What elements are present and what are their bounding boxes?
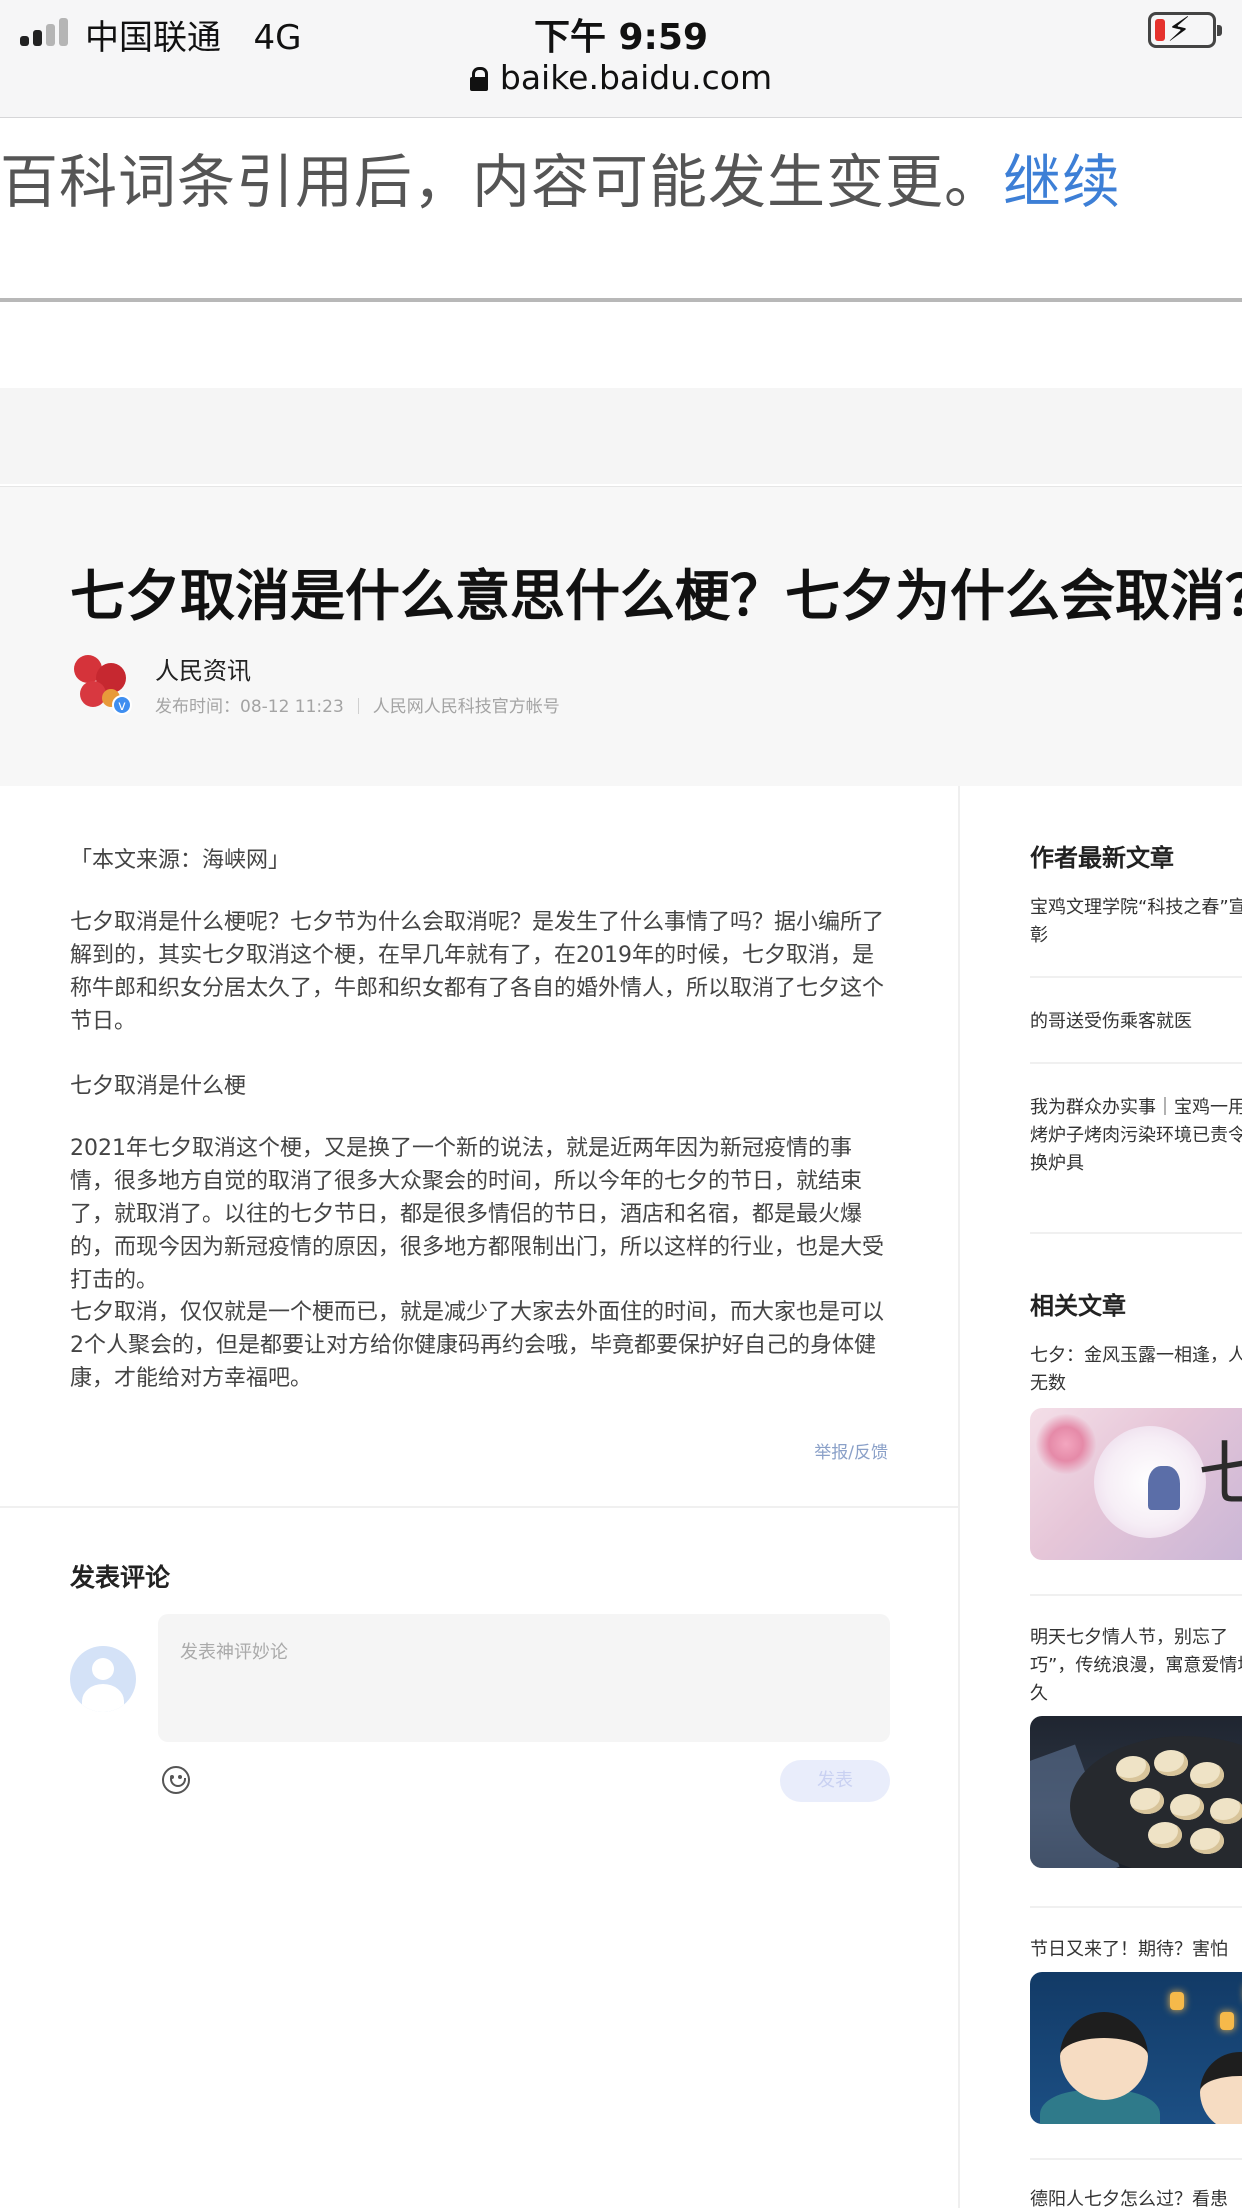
author-name[interactable]: 人民资讯 — [155, 651, 251, 686]
user-avatar — [70, 1646, 136, 1712]
sidebar-divider — [1030, 2158, 1242, 2160]
sidebar-divider — [1030, 1062, 1242, 1064]
article-header: 七夕取消是什么意思什么梗？七夕为什么会取消？ v 人民资讯 发布时间：08-12… — [0, 486, 1242, 786]
report-feedback-link[interactable]: 举报/反馈 — [814, 1438, 888, 1463]
related-article-thumbnail[interactable] — [1030, 1716, 1242, 1868]
latest-article-link[interactable]: 宝鸡文理学院“科技之春”宣表彰 — [1030, 894, 1242, 950]
clock: 下午 9:59 — [533, 17, 709, 58]
address-bar[interactable]: baike.baidu.com — [0, 58, 1242, 97]
verified-badge-icon: v — [112, 695, 132, 715]
latest-articles-title: 作者最新文章 — [1030, 844, 1174, 872]
sidebar-divider — [1030, 1906, 1242, 1908]
author-description: 人民网人民科技官方帐号 — [372, 697, 560, 717]
related-articles-title: 相关文章 — [1030, 1292, 1126, 1320]
latest-article-link[interactable]: 的哥送受伤乘客就医 — [1030, 1008, 1242, 1036]
spacer-band — [0, 388, 1242, 484]
related-article-link[interactable]: 节日又来了！期待？害怕 — [1030, 1936, 1242, 1964]
sidebar-divider — [1030, 1232, 1242, 1234]
comment-divider — [0, 1506, 958, 1508]
battery-charging-icon: ⚡ — [1148, 11, 1222, 49]
author-logo-icon[interactable]: v — [72, 653, 132, 715]
submit-comment-button[interactable]: 发表 — [780, 1760, 890, 1802]
comment-placeholder: 发表神评妙论 — [180, 1642, 288, 1663]
article-paragraph: 七夕取消，仅仅就是一个梗而已，就是减少了大家去外面住的时间，而大家也是可以2个人… — [70, 1300, 885, 1391]
related-article-thumbnail[interactable] — [1030, 1972, 1242, 2124]
publish-time: 发布时间：08-12 11:23 — [155, 697, 344, 717]
citation-notice: 百科词条引用后，内容可能发生变更。继续 — [0, 135, 1242, 216]
related-article-thumbnail[interactable]: 七 — [1030, 1408, 1242, 1560]
sidebar: 作者最新文章 宝鸡文理学院“科技之春”宣表彰 的哥送受伤乘客就医 我为群众办实事… — [962, 786, 1242, 2208]
sidebar-divider — [1030, 1594, 1242, 1596]
status-bar: 中国联通 4G 下午 9:59 ⚡ baike.baidu.com — [0, 0, 1242, 118]
article-paragraph: 七夕取消是什么梗呢？七夕节为什么会取消呢？是发生了什么事情了吗？据小编所了解到的… — [70, 910, 885, 1034]
article-title: 七夕取消是什么意思什么梗？七夕为什么会取消？ — [70, 564, 1242, 628]
article-body: 「本文来源：海峡网」 七夕取消是什么梗呢？七夕节为什么会取消呢？是发生了什么事情… — [0, 786, 960, 2208]
publish-meta: 发布时间：08-12 11:23 人民网人民科技官方帐号 — [155, 692, 560, 717]
latest-article-link[interactable]: 我为群众办实事｜宝鸡一用碳烤炉子烤肉污染环境已责令更换炉具 — [1030, 1094, 1242, 1178]
sidebar-divider — [1030, 976, 1242, 978]
comment-section-title: 发表评论 — [70, 1563, 171, 1592]
notice-divider — [0, 298, 1242, 302]
related-article-link[interactable]: 七夕：金风玉露一相逢，人间无数 — [1030, 1342, 1242, 1398]
article-source: 「本文来源：海峡网」 — [70, 848, 291, 873]
related-article-link[interactable]: 明天七夕情人节，别忘了巧”，传统浪漫，寓意爱情地久 — [1030, 1624, 1242, 1708]
related-article-link[interactable]: 德阳人七夕怎么过？看患 — [1030, 2186, 1242, 2208]
url-text: baike.baidu.com — [499, 58, 773, 97]
comment-input[interactable]: 发表神评妙论 — [158, 1614, 890, 1742]
continue-link[interactable]: 继续 — [1003, 148, 1121, 216]
emoji-icon[interactable] — [162, 1766, 190, 1794]
article-paragraph: 2021年七夕取消这个梗，又是换了一个新的说法，就是近两年因为新冠疫情的事情，很… — [70, 1136, 885, 1293]
notice-text: 百科词条引用后，内容可能发生变更。 — [0, 148, 1004, 216]
lock-icon — [469, 67, 488, 91]
article-subheading: 七夕取消是什么梗 — [70, 1074, 247, 1099]
